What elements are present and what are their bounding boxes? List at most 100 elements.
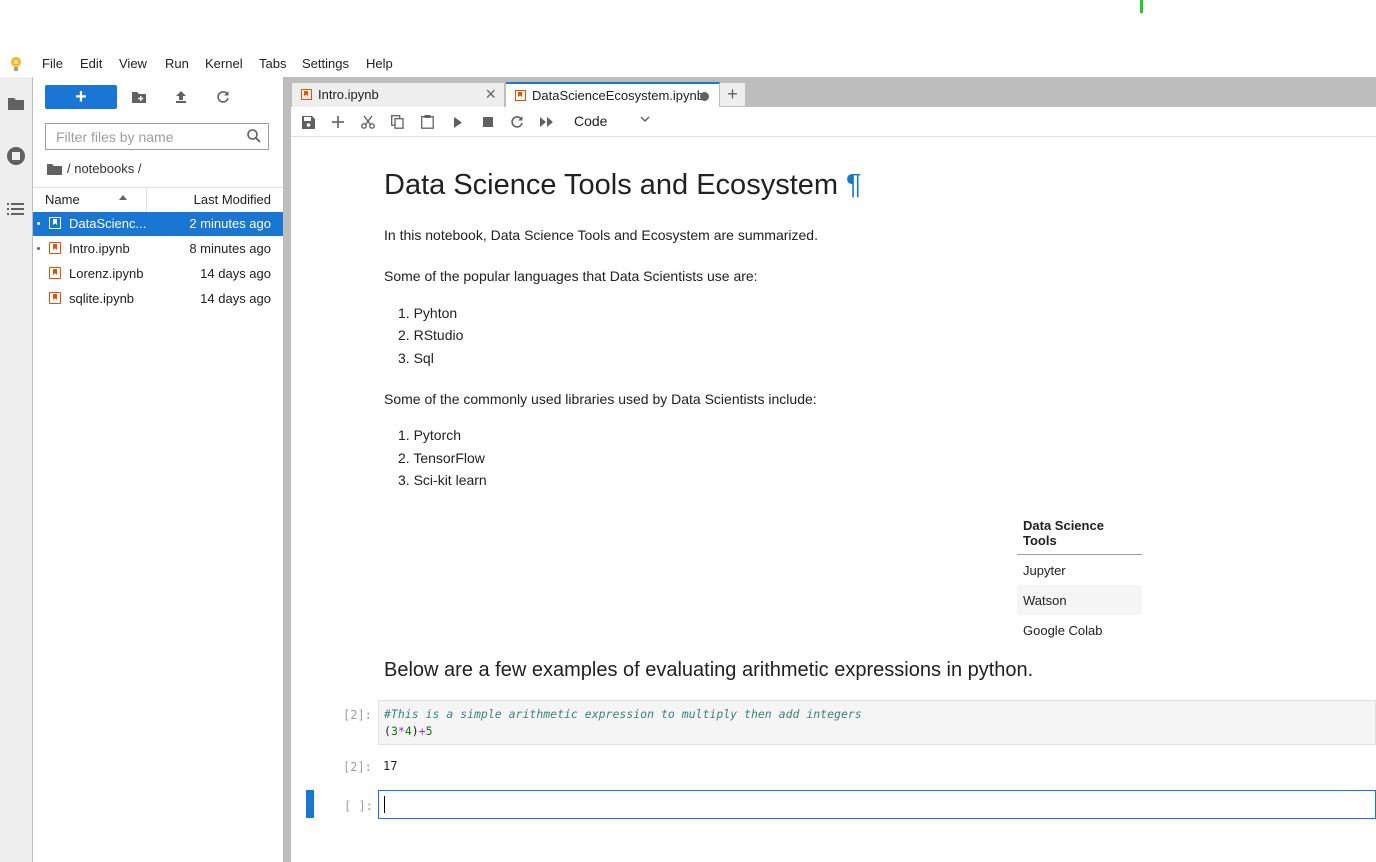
file-name: sqlite.ipynb: [69, 291, 135, 306]
tab-label: Intro.ipynb: [318, 87, 379, 102]
list-item: 2. TensorFlow: [398, 450, 485, 466]
restart-icon[interactable]: [509, 114, 525, 130]
notebook-icon: [49, 267, 61, 279]
fast-forward-icon[interactable]: [539, 114, 555, 130]
cell-type-select[interactable]: Code: [574, 113, 607, 129]
intro-text: In this notebook, Data Science Tools and…: [384, 227, 818, 243]
file-row[interactable]: Lorenz.ipynb 14 days ago: [33, 262, 283, 286]
tab-intro[interactable]: Intro.ipynb ×: [292, 83, 505, 107]
folder-icon: [47, 163, 62, 175]
add-tab-button[interactable]: +: [720, 83, 745, 106]
code-comment: #This is a simple arithmetic expression …: [384, 707, 862, 721]
text-cursor: [384, 796, 385, 813]
menu-file[interactable]: File: [42, 56, 63, 71]
menu-help[interactable]: Help: [366, 56, 393, 71]
menu-kernel[interactable]: Kernel: [205, 56, 243, 71]
tab-datascienceecosystem[interactable]: DataScienceEcosystem.ipynb: [506, 82, 720, 108]
tools-table: Data Science Tools Jupyter Watson Google…: [1017, 512, 1142, 645]
list-item: 2. RStudio: [398, 327, 464, 343]
menu-tabs[interactable]: Tabs: [259, 56, 286, 71]
code-cell-editor[interactable]: #This is a simple arithmetic expression …: [378, 700, 1376, 745]
list-item: 3. Sql: [398, 350, 434, 366]
column-last-modified[interactable]: Last Modified: [194, 192, 271, 207]
file-row[interactable]: Intro.ipynb 8 minutes ago: [33, 237, 283, 261]
language-item: Sql: [413, 350, 434, 366]
notebook-content: Data Science Tools and Ecosystem ¶ In thi…: [291, 137, 1376, 862]
file-name: DataScienc...: [69, 216, 147, 231]
notebook-icon: [49, 292, 61, 304]
language-item: Pyhton: [413, 305, 458, 321]
new-folder-icon[interactable]: [129, 87, 149, 107]
chevron-down-icon[interactable]: [640, 116, 650, 123]
table-cell: Watson: [1017, 585, 1142, 615]
cut-icon[interactable]: [360, 114, 376, 130]
panel-splitter[interactable]: [283, 77, 291, 862]
refresh-icon[interactable]: [213, 87, 233, 107]
search-icon: [247, 129, 261, 143]
breadcrumb[interactable]: / notebooks /: [47, 161, 141, 176]
file-row[interactable]: sqlite.ipynb 14 days ago: [33, 287, 283, 311]
libraries-heading: Some of the commonly used libraries used…: [384, 391, 817, 407]
menu-view[interactable]: View: [119, 56, 147, 71]
empty-code-cell-editor[interactable]: [378, 790, 1376, 819]
heading-anchor-link[interactable]: ¶: [846, 169, 862, 201]
stop-icon[interactable]: [480, 114, 496, 130]
menu-run[interactable]: Run: [165, 56, 189, 71]
file-name: Lorenz.ipynb: [69, 266, 144, 281]
add-cell-icon[interactable]: [330, 114, 346, 130]
table-cell: Google Colab: [1023, 622, 1103, 638]
status-indicator: [1140, 0, 1143, 13]
save-icon[interactable]: [300, 114, 316, 130]
languages-heading: Some of the popular languages that Data …: [384, 268, 758, 284]
copy-icon[interactable]: [389, 114, 405, 130]
output-prompt: [2]:: [343, 760, 372, 774]
code-line: (3*4)+5: [384, 724, 433, 738]
notebook-icon: [49, 217, 61, 229]
file-browser: + / notebooks / Name Last Modified DataS…: [33, 77, 283, 862]
file-name: Intro.ipynb: [69, 241, 130, 256]
running-indicator: [37, 222, 40, 225]
unsaved-indicator-icon[interactable]: [700, 92, 709, 101]
sort-ascending-icon: [119, 195, 127, 200]
filter-files-field[interactable]: [45, 123, 269, 150]
notebook-toolbar: Code: [291, 107, 1376, 137]
jupyter-logo-icon: [11, 57, 21, 71]
examples-heading: Below are a few examples of evaluating a…: [384, 659, 1034, 681]
breadcrumb-path[interactable]: / notebooks /: [67, 161, 141, 176]
menu-edit[interactable]: Edit: [80, 56, 102, 71]
code-expression: (3*4)+5: [384, 724, 433, 738]
language-item: RStudio: [413, 327, 464, 343]
menu-settings[interactable]: Settings: [302, 56, 349, 71]
tab-label: DataScienceEcosystem.ipynb: [532, 88, 704, 103]
input-prompt: [2]:: [343, 708, 372, 722]
active-cell-indicator[interactable]: [306, 790, 314, 818]
table-header: Data Science Tools: [1017, 512, 1142, 555]
paste-icon[interactable]: [419, 114, 435, 130]
notebook-icon: [301, 89, 312, 100]
list-item: 1. Pytorch: [398, 427, 462, 443]
column-divider[interactable]: [146, 188, 147, 212]
empty-cell-prompt: [ ]:: [344, 799, 373, 813]
close-icon[interactable]: ×: [485, 84, 496, 105]
notebook-title: Data Science Tools and Ecosystem ¶: [384, 169, 862, 202]
new-launcher-button[interactable]: +: [45, 85, 117, 109]
table-of-contents-icon[interactable]: [5, 198, 27, 220]
file-row[interactable]: DataScienc... 2 minutes ago: [33, 212, 283, 236]
file-modified: 14 days ago: [200, 266, 271, 281]
library-item: TensorFlow: [413, 450, 485, 466]
running-indicator: [37, 247, 40, 250]
stop-circle-icon[interactable]: [5, 145, 27, 167]
run-icon[interactable]: [450, 114, 466, 130]
filter-files-input[interactable]: [54, 124, 248, 150]
column-name[interactable]: Name: [45, 192, 80, 207]
title-text: Data Science Tools and Ecosystem: [384, 169, 839, 201]
library-item: Sci-kit learn: [413, 472, 487, 488]
file-modified: 8 minutes ago: [189, 241, 271, 256]
folder-icon[interactable]: [5, 92, 27, 114]
tab-bar: Intro.ipynb × DataScienceEcosystem.ipynb…: [291, 77, 1376, 108]
upload-icon[interactable]: [171, 87, 191, 107]
table-cell: Jupyter: [1023, 562, 1066, 578]
file-modified: 2 minutes ago: [189, 216, 271, 231]
cell-output: 17: [383, 759, 398, 773]
notebook-icon: [515, 90, 526, 101]
